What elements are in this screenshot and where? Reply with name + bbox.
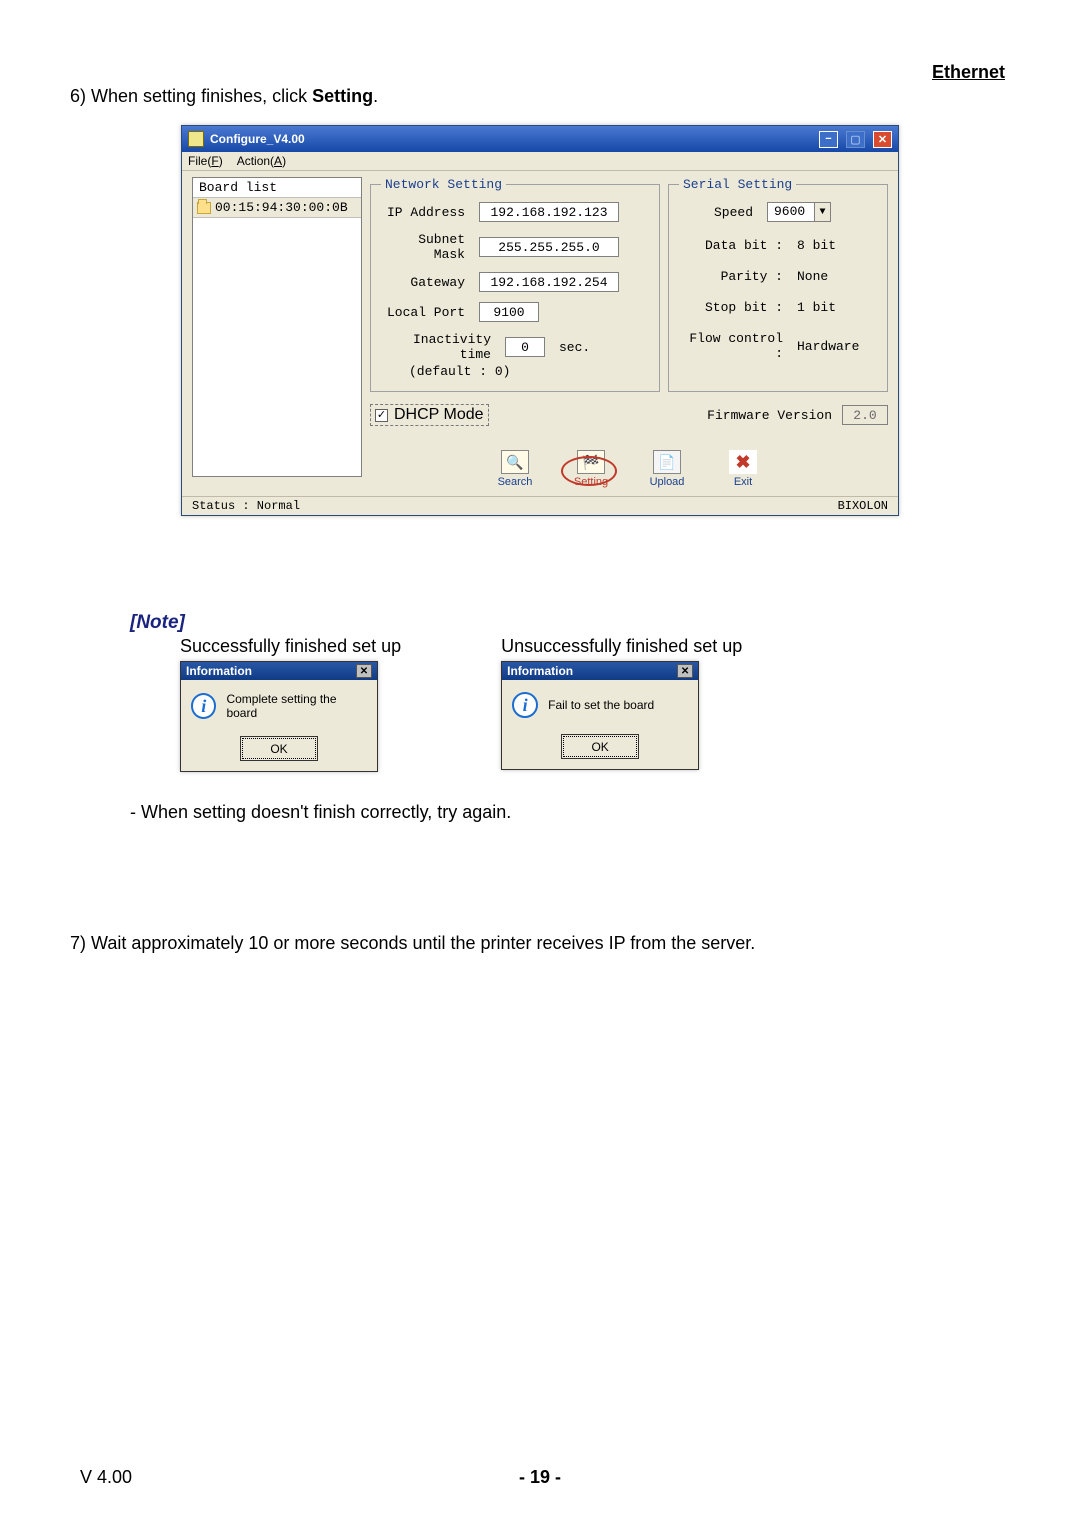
exit-icon: ✖ bbox=[729, 450, 757, 474]
board-list-header: Board list bbox=[193, 178, 361, 197]
checkbox-icon[interactable]: ✓ bbox=[375, 409, 388, 422]
fw-value: 2.0 bbox=[842, 405, 888, 425]
stopbit-value: 1 bit bbox=[797, 300, 836, 315]
after-note-text: - When setting doesn't finish correctly,… bbox=[70, 802, 1010, 823]
step6-suffix: . bbox=[373, 86, 378, 106]
ok-button[interactable]: OK bbox=[242, 738, 316, 759]
step6-bold: Setting bbox=[312, 86, 373, 106]
subnet-label: Subnet Mask bbox=[381, 232, 471, 262]
configure-window: Configure_V4.00 − ▢ ✕ File(F) Action(A) … bbox=[181, 125, 899, 516]
minimize-button[interactable]: − bbox=[819, 131, 838, 148]
parity-value: None bbox=[797, 269, 828, 284]
info-icon: i bbox=[512, 692, 538, 718]
search-button[interactable]: 🔍 Search bbox=[487, 450, 543, 488]
doc-section-title: Ethernet bbox=[932, 62, 1005, 83]
footer-center: - 19 - bbox=[519, 1467, 561, 1488]
upload-button[interactable]: 📄 Upload bbox=[639, 450, 695, 488]
statusbar: Status : Normal BIXOLON bbox=[182, 496, 898, 515]
databit-value: 8 bit bbox=[797, 238, 836, 253]
flow-label: Flow control : bbox=[679, 331, 789, 361]
fail-label: Unsuccessfully finished set up bbox=[501, 636, 742, 657]
serial-legend: Serial Setting bbox=[679, 177, 796, 192]
document-icon: 📄 bbox=[653, 450, 681, 474]
inactivity-label: Inactivity time bbox=[381, 332, 497, 362]
parity-label: Parity : bbox=[679, 269, 789, 284]
board-list-item[interactable]: 00:15:94:30:00:0B bbox=[193, 197, 361, 218]
success-message: Complete setting the board bbox=[226, 692, 367, 720]
ip-label: IP Address bbox=[381, 205, 471, 220]
app-icon bbox=[188, 131, 204, 147]
exit-caption: Exit bbox=[734, 476, 752, 488]
localport-input[interactable]: 9100 bbox=[479, 302, 539, 322]
status-left: Status : Normal bbox=[192, 499, 300, 513]
footer-left: V 4.00 bbox=[80, 1467, 132, 1488]
speed-label: Speed bbox=[679, 205, 759, 220]
success-dialog: Information ✕ i Complete setting the boa… bbox=[180, 661, 378, 772]
dhcp-checkbox-wrap[interactable]: ✓ DHCP Mode bbox=[370, 404, 489, 426]
close-icon[interactable]: ✕ bbox=[677, 664, 693, 678]
setting-caption: Setting bbox=[574, 476, 608, 488]
ip-input[interactable]: 192.168.192.123 bbox=[479, 202, 619, 222]
gateway-input[interactable]: 192.168.192.254 bbox=[479, 272, 619, 292]
ok-button[interactable]: OK bbox=[563, 736, 637, 757]
localport-label: Local Port bbox=[381, 305, 471, 320]
search-caption: Search bbox=[498, 476, 533, 488]
chevron-down-icon[interactable]: ▼ bbox=[815, 202, 831, 222]
network-setting-group: Network Setting IP Address 192.168.192.1… bbox=[370, 177, 660, 392]
search-icon: 🔍 bbox=[501, 450, 529, 474]
dialog-title: Information bbox=[507, 664, 573, 678]
step7-text: 7) Wait approximately 10 or more seconds… bbox=[70, 933, 1010, 954]
step6-prefix: 6) When setting finishes, click bbox=[70, 86, 312, 106]
flag-icon: 🏁 bbox=[577, 450, 605, 474]
exit-button[interactable]: ✖ Exit bbox=[715, 450, 771, 488]
flow-value: Hardware bbox=[797, 339, 859, 354]
gateway-label: Gateway bbox=[381, 275, 471, 290]
databit-label: Data bit : bbox=[679, 238, 789, 253]
window-titlebar[interactable]: Configure_V4.00 − ▢ ✕ bbox=[182, 126, 898, 152]
inactivity-input[interactable]: 0 bbox=[505, 337, 545, 357]
dialog-title: Information bbox=[186, 664, 252, 678]
fail-message: Fail to set the board bbox=[548, 698, 654, 712]
info-icon: i bbox=[191, 693, 216, 719]
network-legend: Network Setting bbox=[381, 177, 506, 192]
inactivity-default: (default : 0) bbox=[381, 364, 649, 379]
menubar: File(F) Action(A) bbox=[182, 152, 898, 171]
success-label: Successfully finished set up bbox=[180, 636, 401, 657]
serial-setting-group: Serial Setting Speed 9600 ▼ Data bit : 8… bbox=[668, 177, 888, 392]
close-icon[interactable]: ✕ bbox=[356, 664, 372, 678]
status-right: BIXOLON bbox=[838, 499, 888, 513]
window-title: Configure_V4.00 bbox=[210, 132, 305, 146]
speed-select[interactable]: 9600 bbox=[767, 202, 815, 222]
menu-action[interactable]: Action(A) bbox=[237, 154, 286, 168]
maximize-button: ▢ bbox=[846, 131, 865, 148]
inactivity-sec: sec. bbox=[559, 340, 590, 355]
dhcp-label: DHCP Mode bbox=[394, 406, 484, 424]
folder-icon bbox=[197, 202, 211, 214]
menu-file[interactable]: File(F) bbox=[188, 154, 223, 168]
fail-dialog: Information ✕ i Fail to set the board OK bbox=[501, 661, 699, 770]
board-list[interactable]: Board list 00:15:94:30:00:0B bbox=[192, 177, 362, 477]
setting-button[interactable]: 🏁 Setting bbox=[563, 450, 619, 488]
stopbit-label: Stop bit : bbox=[679, 300, 789, 315]
note-heading: [Note] bbox=[70, 612, 1010, 634]
upload-caption: Upload bbox=[650, 476, 685, 488]
close-button[interactable]: ✕ bbox=[873, 131, 892, 148]
fw-label: Firmware Version bbox=[707, 408, 832, 423]
board-mac: 00:15:94:30:00:0B bbox=[215, 200, 348, 215]
step6-text: 6) When setting finishes, click Setting. bbox=[70, 86, 1010, 107]
page-footer: V 4.00 - 19 - bbox=[80, 1467, 1000, 1488]
subnet-input[interactable]: 255.255.255.0 bbox=[479, 237, 619, 257]
